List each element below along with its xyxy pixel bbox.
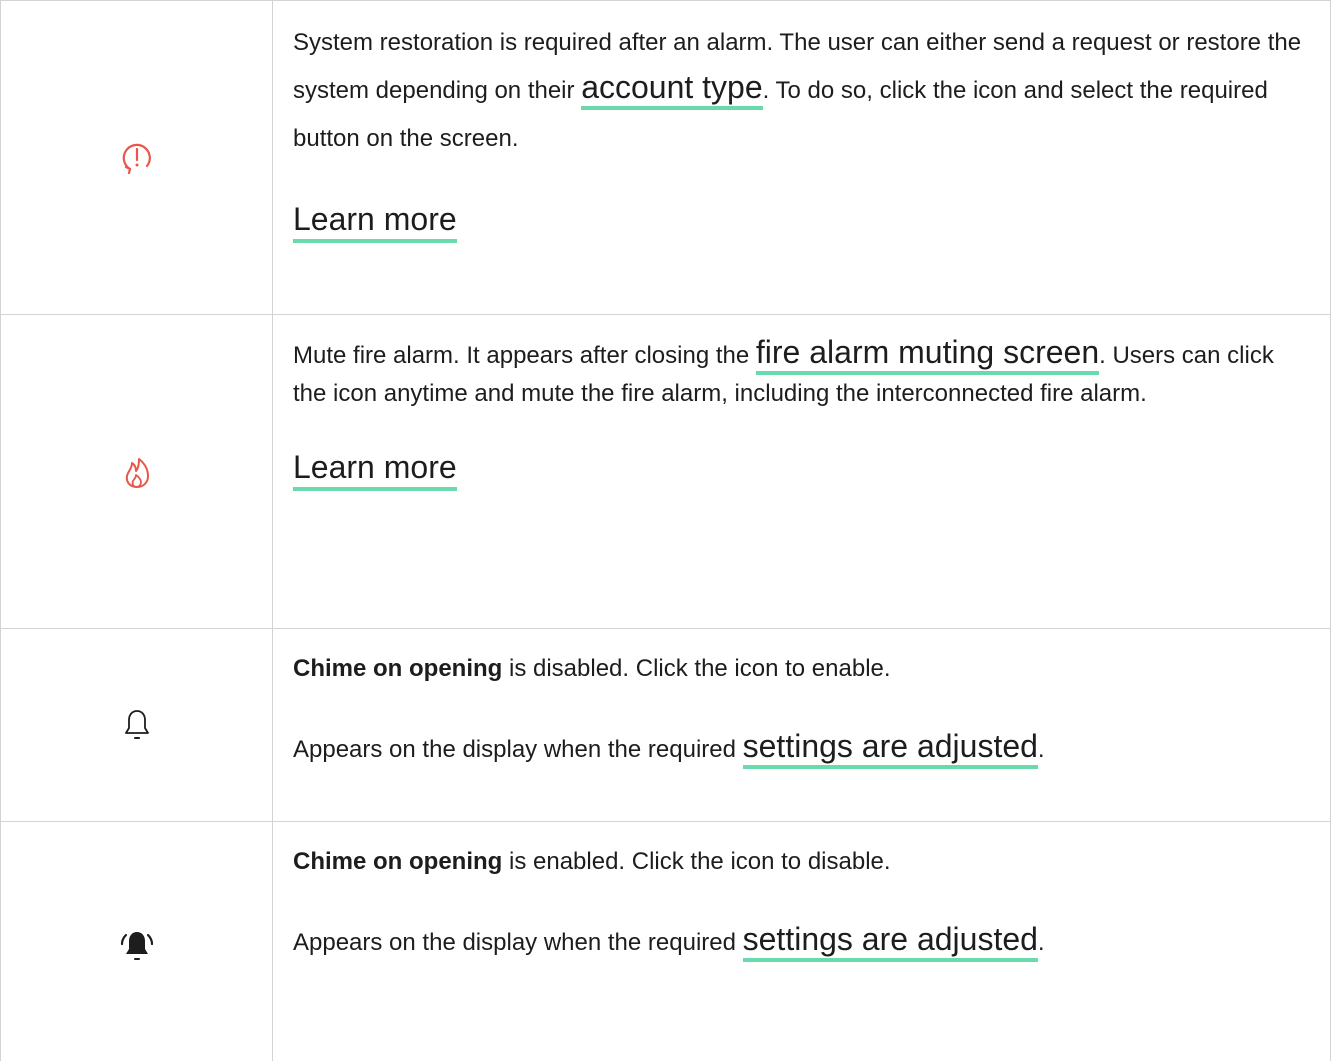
icon-legend-table: System restoration is required after an …	[0, 0, 1331, 1061]
settings-are-adjusted-link[interactable]: settings are adjusted	[742, 728, 1038, 769]
icon-cell	[1, 1, 273, 314]
fire-alarm-muting-screen-link[interactable]: fire alarm muting screen	[755, 334, 1100, 375]
table-row: Mute fire alarm. It appears after closin…	[1, 314, 1330, 628]
setting-name: Chime on opening	[293, 655, 503, 682]
account-type-link[interactable]: account type	[581, 69, 763, 110]
description-text-part: .	[1037, 736, 1045, 763]
alarm-restore-icon	[117, 138, 157, 178]
description-text-part: is enabled. Click the icon to disable.	[502, 848, 891, 875]
fire-icon	[122, 454, 152, 490]
description-text: System restoration is required after an …	[293, 19, 1310, 163]
learn-more-link[interactable]: Learn more	[293, 199, 457, 243]
description-cell: Chime on opening is enabled. Click the i…	[273, 822, 1330, 1061]
icon-cell	[1, 315, 273, 628]
description-subtext: Appears on the display when the required…	[293, 920, 1310, 962]
table-row: Chime on opening is enabled. Click the i…	[1, 821, 1330, 1061]
bell-outline-icon	[122, 707, 152, 743]
description-text-part: Mute fire alarm. It appears after closin…	[293, 342, 756, 369]
icon-cell	[1, 822, 273, 1061]
description-text: Chime on opening is enabled. Click the i…	[293, 848, 1310, 876]
learn-more-link[interactable]: Learn more	[293, 447, 457, 491]
description-text-part: is disabled. Click the icon to enable.	[502, 655, 891, 682]
setting-name: Chime on opening	[293, 848, 503, 875]
bell-ringing-icon	[119, 927, 155, 963]
description-cell: Mute fire alarm. It appears after closin…	[273, 315, 1330, 628]
table-row: Chime on opening is disabled. Click the …	[1, 628, 1330, 821]
description-text-part: Appears on the display when the required	[293, 736, 743, 763]
description-text-part: .	[1037, 929, 1045, 956]
description-text-part: Appears on the display when the required	[293, 929, 743, 956]
icon-cell	[1, 629, 273, 821]
settings-are-adjusted-link[interactable]: settings are adjusted	[742, 921, 1038, 962]
description-text: Mute fire alarm. It appears after closin…	[293, 333, 1310, 413]
description-cell: Chime on opening is disabled. Click the …	[273, 629, 1330, 821]
description-cell: System restoration is required after an …	[273, 1, 1330, 314]
description-text: Chime on opening is disabled. Click the …	[293, 655, 1310, 683]
table-row: System restoration is required after an …	[1, 0, 1330, 314]
description-subtext: Appears on the display when the required…	[293, 727, 1310, 769]
